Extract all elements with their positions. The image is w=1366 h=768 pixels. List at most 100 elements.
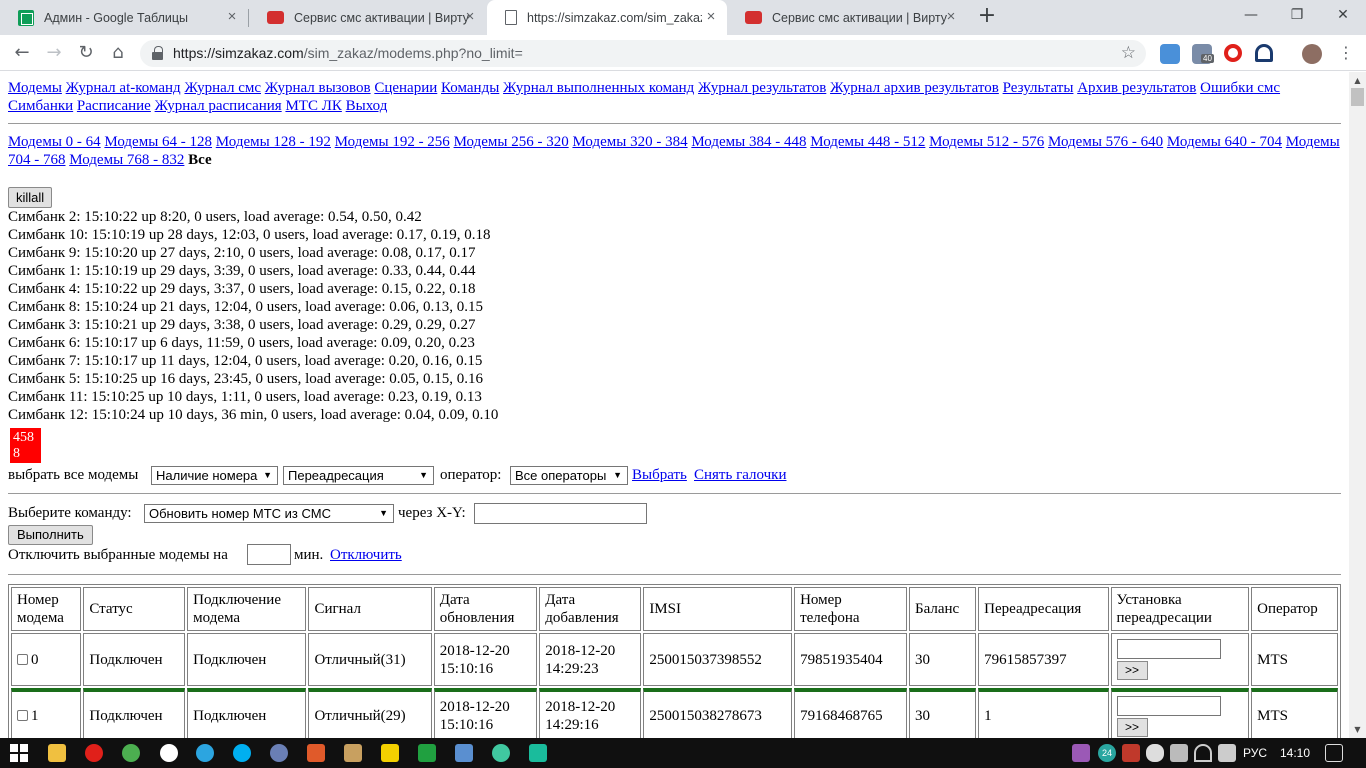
tab-simzakaz[interactable]: https://simzakaz.com/sim_zakaz/ × <box>487 0 727 35</box>
command-select[interactable]: Обновить номер МТС из СМС ▼ <box>144 504 394 523</box>
nav-link[interactable]: Архив результатов <box>1077 80 1196 96</box>
modem-range-link[interactable]: Модемы 320 - 384 <box>572 134 687 150</box>
app-icon[interactable] <box>492 744 510 762</box>
opera-vpn-icon[interactable] <box>1224 44 1242 62</box>
tab-google-sheets[interactable]: Админ - Google Таблицы × <box>0 0 248 35</box>
nav-link[interactable]: Журнал выполненных команд <box>503 80 694 96</box>
vertical-scrollbar[interactable]: ▲ ▼ <box>1349 72 1366 738</box>
nav-link[interactable]: Ошибки смс <box>1200 80 1280 96</box>
menu-icon[interactable]: ⋮ <box>1332 39 1360 67</box>
reload-button[interactable]: ↻ <box>72 39 100 67</box>
language-indicator[interactable]: РУС <box>1243 746 1267 760</box>
nav-link[interactable]: Симбанки <box>8 98 73 114</box>
modem-range-link[interactable]: Модемы 640 - 704 <box>1167 134 1282 150</box>
operator-select[interactable]: Все операторы ▼ <box>510 466 628 485</box>
scroll-down-icon[interactable]: ▼ <box>1349 721 1366 738</box>
nav-link[interactable]: Журнал смс <box>184 80 261 96</box>
volume-icon[interactable] <box>1218 744 1236 762</box>
set-forward-button[interactable]: >> <box>1116 717 1148 737</box>
nav-link[interactable]: Журнал расписания <box>155 98 282 114</box>
nav-link[interactable]: Расписание <box>77 98 151 114</box>
action-center-icon[interactable] <box>1325 744 1343 762</box>
modem-checkbox[interactable] <box>17 653 28 665</box>
nav-link[interactable]: Журнал at-команд <box>66 80 181 96</box>
forward-number-input[interactable] <box>1116 639 1221 659</box>
killall-button[interactable]: killall <box>8 187 53 208</box>
chrome-icon[interactable] <box>122 744 140 762</box>
modem-checkbox[interactable] <box>17 710 28 721</box>
triangle-extension-icon[interactable] <box>1255 44 1273 62</box>
app-icon[interactable] <box>529 744 547 762</box>
minimize-button[interactable]: — <box>1228 0 1274 30</box>
execute-button[interactable]: Выполнить <box>8 525 93 545</box>
nav-link[interactable]: Модемы <box>8 80 62 96</box>
app-icon[interactable] <box>307 744 325 762</box>
skype-icon[interactable] <box>233 744 251 762</box>
bookmark-star-icon[interactable]: ☆ <box>1121 43 1136 63</box>
scrollbar-thumb[interactable] <box>1351 88 1364 106</box>
clock[interactable]: 14:10 <box>1280 746 1310 760</box>
modem-range-link[interactable]: Модемы 768 - 832 <box>69 152 184 168</box>
battery-icon[interactable] <box>1170 744 1188 762</box>
new-tab-button[interactable]: + <box>975 5 999 29</box>
close-icon[interactable]: × <box>943 9 959 25</box>
address-bar[interactable]: https://simzakaz.com/sim_zakaz/modems.ph… <box>140 40 1146 67</box>
nav-link[interactable]: Выход <box>346 98 388 114</box>
close-icon[interactable]: × <box>462 9 478 25</box>
set-forward-button[interactable]: >> <box>1116 661 1148 680</box>
forward-filter-select[interactable]: Переадресация ▼ <box>283 466 434 485</box>
time-value: 15:10:16 <box>439 717 494 733</box>
modem-range-link[interactable]: Модемы 64 - 128 <box>104 134 212 150</box>
table-body: 0 Подключен Подключен Отличный(31) 2018-12-2… <box>11 633 1338 738</box>
forward-number-input[interactable] <box>1116 695 1221 716</box>
modem-range-link[interactable]: Модемы 512 - 576 <box>929 134 1044 150</box>
close-icon[interactable]: × <box>224 9 240 25</box>
xy-range-input[interactable] <box>474 503 647 524</box>
close-icon[interactable]: × <box>703 9 719 25</box>
modem-range-link[interactable]: Модемы 128 - 192 <box>216 134 331 150</box>
modem-range-link[interactable]: Модемы 256 - 320 <box>454 134 569 150</box>
modem-range-link[interactable]: Модемы 0 - 64 <box>8 134 101 150</box>
profile-avatar[interactable] <box>1302 44 1322 64</box>
forward-button[interactable]: → <box>40 39 68 67</box>
close-window-button[interactable]: ✕ <box>1320 0 1366 30</box>
opera-icon[interactable] <box>85 744 103 762</box>
back-button[interactable]: ← <box>8 39 36 67</box>
tab-sms-service-2[interactable]: Сервис смс активации | Виртуа × <box>727 0 967 35</box>
nav-link[interactable]: Журнал вызовов <box>265 80 371 96</box>
extension-icon[interactable] <box>1160 44 1180 64</box>
modem-range-link[interactable]: Модемы 192 - 256 <box>335 134 450 150</box>
disable-minutes-input[interactable] <box>247 544 291 565</box>
scroll-up-icon[interactable]: ▲ <box>1349 72 1366 89</box>
nav-link[interactable]: Журнал архив результатов <box>830 80 999 96</box>
nav-link[interactable]: Журнал результатов <box>698 80 826 96</box>
nav-link[interactable]: Результаты <box>1003 80 1074 96</box>
select-link[interactable]: Выбрать <box>632 466 687 484</box>
tray-icon[interactable] <box>1122 744 1140 762</box>
number-filter-select[interactable]: Наличие номера ▼ <box>151 466 278 485</box>
modem-range-link[interactable]: Модемы 384 - 448 <box>691 134 806 150</box>
sticky-notes-icon[interactable] <box>381 744 399 762</box>
windows-start-icon[interactable] <box>10 744 28 762</box>
cloud-icon[interactable] <box>1146 744 1164 762</box>
app-icon[interactable] <box>344 744 362 762</box>
app-icon[interactable] <box>270 744 288 762</box>
home-button[interactable]: ⌂ <box>104 39 132 67</box>
modem-range-link[interactable]: Модемы 448 - 512 <box>810 134 925 150</box>
telegram-icon[interactable] <box>196 744 214 762</box>
nav-link[interactable]: Команды <box>441 80 499 96</box>
maximize-button[interactable]: ❐ <box>1274 0 1320 30</box>
disable-link[interactable]: Отключить <box>330 546 402 564</box>
app-icon[interactable] <box>455 744 473 762</box>
modem-range-link[interactable]: Модемы 576 - 640 <box>1048 134 1163 150</box>
file-explorer-icon[interactable] <box>48 744 66 762</box>
notification-badge[interactable]: 24 <box>1098 744 1116 762</box>
unselect-link[interactable]: Снять галочки <box>694 466 786 484</box>
tab-sms-service[interactable]: Сервис смс активации | Виртуал × <box>249 0 486 35</box>
yandex-browser-icon[interactable] <box>160 744 178 762</box>
app-icon[interactable] <box>418 744 436 762</box>
wifi-icon[interactable] <box>1194 744 1212 762</box>
nav-link[interactable]: Сценарии <box>374 80 437 96</box>
pen-icon[interactable] <box>1072 744 1090 762</box>
nav-link[interactable]: МТС ЛК <box>285 98 341 114</box>
